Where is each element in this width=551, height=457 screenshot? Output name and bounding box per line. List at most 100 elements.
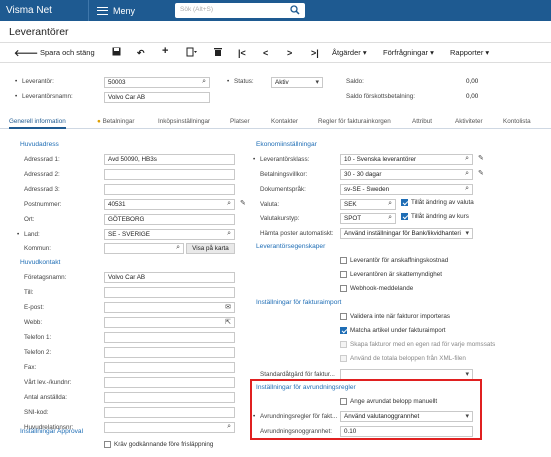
addr1-field[interactable]: Avd 50090, HB3s <box>104 154 235 165</box>
prepay-label: Saldo förskottsbetalning: <box>346 93 415 100</box>
fetch-auto-label: Hämta poster automatiskt: <box>260 230 334 237</box>
fetch-auto-select[interactable]: Använd inställningar för Bank/likvidhant… <box>340 228 473 239</box>
match-item-checkbox[interactable] <box>340 327 347 334</box>
supplier-name-value: Volvo Car AB <box>108 94 146 101</box>
search-input[interactable]: Sök (Alt+S) <box>175 3 305 18</box>
currency-field[interactable]: SEK ⌕ <box>340 199 396 210</box>
edit-icon[interactable]: ✎ <box>478 169 484 177</box>
addr2-field[interactable] <box>104 169 235 180</box>
postal-field[interactable]: 40531 ⌕ <box>104 199 235 210</box>
employees-field[interactable] <box>104 392 235 403</box>
search-icon[interactable]: ⌕ <box>227 200 231 208</box>
webhook-checkbox[interactable] <box>340 285 347 292</box>
actions-menu[interactable]: Åtgärder ▾ <box>332 47 367 59</box>
allow-currency-change-checkbox[interactable] <box>401 199 408 206</box>
inquiries-menu[interactable]: Förfrågningar ▾ <box>383 47 434 59</box>
tax-authority-checkbox[interactable] <box>340 271 347 278</box>
supplier-class-field[interactable]: 10 - Svenska leverantörer ⌕ <box>340 154 473 165</box>
doc-language-value: sv-SE - Sweden <box>344 186 390 193</box>
menu-button[interactable]: Meny <box>88 0 160 21</box>
email-field[interactable]: ✉ <box>104 302 235 313</box>
rounding-rule-value: Använd valutanoggrannhet <box>344 413 420 420</box>
tab-general[interactable]: Generell information <box>9 118 66 129</box>
search-icon[interactable]: ⌕ <box>388 200 392 208</box>
search-icon[interactable]: ⌕ <box>176 244 180 252</box>
supplier-name-field[interactable]: Volvo Car AB <box>104 92 210 103</box>
to-field[interactable] <box>104 287 235 298</box>
reports-menu[interactable]: Rapporter ▾ <box>450 47 489 59</box>
use-xml-totals-checkbox[interactable] <box>340 355 347 362</box>
tab-account-list[interactable]: Kontolista <box>503 118 531 125</box>
tab-inbox-rules[interactable]: Regler för fakturainkorgen <box>318 118 391 125</box>
allow-rate-change-checkbox[interactable] <box>401 213 408 220</box>
delete-icon[interactable] <box>214 47 222 59</box>
doc-language-label: Dokumentspråk: <box>260 186 306 193</box>
country-value: SE - SVERIGE <box>108 231 150 238</box>
first-record-icon[interactable]: |< <box>238 47 246 59</box>
sni-field[interactable] <box>104 407 235 418</box>
show-map-button[interactable]: Visa på karta <box>186 243 235 254</box>
no-validate-checkbox[interactable] <box>340 313 347 320</box>
search-icon[interactable]: ⌕ <box>388 214 392 222</box>
acquisition-cost-checkbox[interactable] <box>340 257 347 264</box>
allow-rate-change-label: Tillåt ändring av kurs <box>411 213 469 220</box>
mail-icon[interactable]: ✉ <box>225 303 231 311</box>
copy-paste-icon[interactable] <box>186 47 198 59</box>
status-select[interactable]: Aktiv ▾ <box>271 77 323 88</box>
require-approval-checkbox[interactable] <box>104 441 111 448</box>
search-icon[interactable]: ⌕ <box>465 155 469 163</box>
search-icon[interactable]: ⌕ <box>227 423 231 431</box>
tab-purchase-settings[interactable]: Inköpsinställningar <box>158 118 210 125</box>
country-field[interactable]: SE - SVERIGE ⌕ <box>104 229 235 240</box>
search-icon[interactable]: ⌕ <box>465 170 469 178</box>
phone1-label: Telefon 1: <box>24 334 52 341</box>
open-link-icon[interactable]: ⇱ <box>225 318 231 326</box>
phone1-field[interactable] <box>104 332 235 343</box>
search-icon[interactable] <box>290 5 300 15</box>
status-value: Aktiv <box>275 79 289 86</box>
doc-language-field[interactable]: sv-SE - Sweden ⌕ <box>340 184 473 195</box>
tab-attributes[interactable]: Attribut <box>412 118 432 125</box>
tab-activities[interactable]: Aktiviteter <box>455 118 483 125</box>
city-field[interactable]: GÖTEBORG <box>104 214 235 225</box>
company-field[interactable]: Volvo Car AB <box>104 272 235 283</box>
main-contact-title: Huvudkontakt <box>20 259 61 266</box>
arrow-left-icon[interactable]: 🡐 <box>14 47 38 59</box>
search-icon[interactable]: ⌕ <box>227 230 231 238</box>
postal-value: 40531 <box>108 201 126 208</box>
rounding-rule-select[interactable]: Använd valutanoggrannhet ▾ <box>340 411 473 422</box>
search-icon[interactable]: ⌕ <box>465 185 469 193</box>
line-per-vat-checkbox[interactable] <box>340 341 347 348</box>
search-icon[interactable]: ⌕ <box>202 78 206 86</box>
edit-icon[interactable]: ✎ <box>478 154 484 162</box>
tab-payments[interactable]: ● Betalningar <box>97 118 134 125</box>
rounding-precision-field[interactable]: 0.10 <box>340 426 473 437</box>
add-icon[interactable]: + <box>162 45 168 57</box>
tab-payments-label: Betalningar <box>102 118 135 125</box>
supplier-field[interactable]: 50003 ⌕ <box>104 77 210 88</box>
undo-icon[interactable]: ↶ <box>137 47 145 59</box>
main-relation-field[interactable]: ⌕ <box>104 422 235 433</box>
save-close-button[interactable]: Spara och stäng <box>40 47 95 59</box>
fax-label: Fax: <box>24 364 37 371</box>
addr3-field[interactable] <box>104 184 235 195</box>
rate-type-label: Valutakurstyp: <box>260 215 300 222</box>
municipality-field[interactable]: ⌕ <box>104 243 184 254</box>
previous-record-icon[interactable]: < <box>263 47 268 59</box>
tab-locations[interactable]: Platser <box>230 118 250 125</box>
rate-type-field[interactable]: SPOT ⌕ <box>340 213 396 224</box>
manual-rounding-checkbox[interactable] <box>340 398 347 405</box>
match-item-label: Matcha artikel under fakturaimport <box>350 327 446 334</box>
next-record-icon[interactable]: > <box>287 47 292 59</box>
web-field[interactable]: ⇱ <box>104 317 235 328</box>
our-customer-no-field[interactable] <box>104 377 235 388</box>
last-record-icon[interactable]: >| <box>311 47 319 59</box>
phone2-field[interactable] <box>104 347 235 358</box>
edit-icon[interactable]: ✎ <box>240 199 246 207</box>
save-icon[interactable] <box>112 47 121 59</box>
main-address-title: Huvudadress <box>20 141 59 148</box>
payment-terms-field[interactable]: 30 - 30 dagar ⌕ <box>340 169 473 180</box>
fax-field[interactable] <box>104 362 235 373</box>
tab-contacts[interactable]: Kontakter <box>271 118 298 125</box>
brand-logo[interactable]: Visma Net <box>0 5 88 16</box>
